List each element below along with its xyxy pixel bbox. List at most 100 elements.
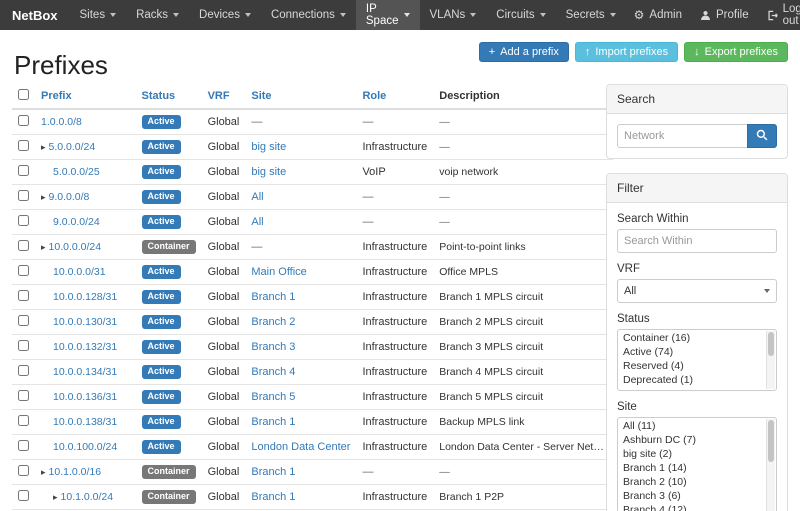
- site-link[interactable]: Branch 1: [251, 466, 295, 478]
- col-header-role[interactable]: Role: [356, 84, 433, 109]
- site-listbox[interactable]: All (11)Ashburn DC (7)big site (2)Branch…: [617, 417, 777, 511]
- listbox-option[interactable]: Branch 3 (6): [619, 489, 764, 503]
- listbox-option[interactable]: Active (74): [619, 345, 764, 359]
- prefix-link[interactable]: 10.0.0.130/31: [53, 316, 117, 328]
- listbox-option[interactable]: Branch 1 (14): [619, 461, 764, 475]
- row-checkbox[interactable]: [18, 290, 29, 301]
- listbox-option[interactable]: Ashburn DC (7): [619, 433, 764, 447]
- col-header-vrf[interactable]: VRF: [202, 84, 246, 109]
- app-brand[interactable]: NetBox: [0, 0, 70, 30]
- col-header-status[interactable]: Status: [136, 84, 202, 109]
- row-checkbox[interactable]: [18, 240, 29, 251]
- add-a-prefix-button[interactable]: +Add a prefix: [479, 42, 569, 62]
- expand-arrow-icon[interactable]: ▸: [41, 467, 46, 477]
- row-checkbox[interactable]: [18, 140, 29, 151]
- prefix-link[interactable]: 10.1.0.0/16: [49, 466, 102, 478]
- expand-arrow-icon[interactable]: ▸: [41, 192, 46, 202]
- listbox-option[interactable]: All (11): [619, 419, 764, 433]
- site-link[interactable]: Branch 2: [251, 316, 295, 328]
- select-all-checkbox[interactable]: [18, 89, 29, 100]
- col-header-site[interactable]: Site: [245, 84, 356, 109]
- sidebar: Search Filter Search Within VRF: [606, 84, 788, 511]
- prefix-link[interactable]: 10.0.0.134/31: [53, 366, 117, 378]
- listbox-option[interactable]: Deprecated (1): [619, 373, 764, 387]
- row-checkbox[interactable]: [18, 490, 29, 501]
- nav-item-devices[interactable]: Devices: [189, 0, 261, 30]
- scrollbar-thumb[interactable]: [768, 332, 774, 356]
- prefix-link[interactable]: 10.0.0.128/31: [53, 291, 117, 303]
- scrollbar[interactable]: [766, 331, 775, 389]
- site-link[interactable]: Branch 1: [251, 416, 295, 428]
- listbox-option[interactable]: Container (16): [619, 331, 764, 345]
- import-prefixes-button[interactable]: ↑Import prefixes: [575, 42, 678, 62]
- row-checkbox[interactable]: [18, 390, 29, 401]
- search-button[interactable]: [747, 124, 777, 148]
- listbox-option[interactable]: Reserved (4): [619, 359, 764, 373]
- listbox-option[interactable]: Branch 4 (12): [619, 503, 764, 511]
- nav-item-connections[interactable]: Connections: [261, 0, 356, 30]
- prefix-link[interactable]: 10.0.0.138/31: [53, 416, 117, 428]
- description-cell: voip network: [433, 160, 613, 185]
- site-link[interactable]: Branch 4: [251, 366, 295, 378]
- row-checkbox[interactable]: [18, 465, 29, 476]
- col-header-prefix[interactable]: Prefix: [35, 84, 136, 109]
- prefix-link[interactable]: 5.0.0.0/24: [49, 141, 96, 153]
- row-checkbox[interactable]: [18, 340, 29, 351]
- nav-item-sites[interactable]: Sites: [70, 0, 127, 30]
- prefix-link[interactable]: 10.1.0.0/24: [61, 491, 114, 503]
- site-link[interactable]: big site: [251, 141, 286, 153]
- prefix-link[interactable]: 5.0.0.0/25: [53, 166, 100, 178]
- prefix-link[interactable]: 10.0.0.0/31: [53, 266, 106, 278]
- site-link[interactable]: Main Office: [251, 266, 306, 278]
- row-checkbox[interactable]: [18, 165, 29, 176]
- search-within-input[interactable]: [617, 229, 777, 253]
- site-link[interactable]: big site: [251, 166, 286, 178]
- scrollbar[interactable]: [766, 419, 775, 511]
- vrf-cell: Global: [202, 385, 246, 410]
- row-checkbox[interactable]: [18, 365, 29, 376]
- site-link[interactable]: Branch 5: [251, 391, 295, 403]
- site-link[interactable]: Branch 1: [251, 291, 295, 303]
- button-label: Export prefixes: [705, 46, 778, 58]
- export-prefixes-button[interactable]: ↓Export prefixes: [684, 42, 788, 62]
- row-checkbox[interactable]: [18, 440, 29, 451]
- prefix-link[interactable]: 1.0.0.0/8: [41, 116, 82, 128]
- site-link[interactable]: Branch 3: [251, 341, 295, 353]
- expand-arrow-icon[interactable]: ▸: [53, 492, 58, 502]
- listbox-option[interactable]: Branch 2 (10): [619, 475, 764, 489]
- search-input[interactable]: [617, 124, 747, 148]
- expand-arrow-icon[interactable]: ▸: [41, 142, 46, 152]
- nav-item-secrets[interactable]: Secrets: [556, 0, 626, 30]
- site-link[interactable]: Branch 1: [251, 491, 295, 503]
- status-listbox[interactable]: Container (16)Active (74)Reserved (4)Dep…: [617, 329, 777, 391]
- prefix-link[interactable]: 10.0.0.136/31: [53, 391, 117, 403]
- nav-item-ip-space[interactable]: IP Space: [356, 0, 420, 30]
- description-cell: —: [433, 210, 613, 235]
- status-badge: Active: [142, 415, 181, 429]
- description-cell: Point-to-point links: [433, 235, 613, 260]
- row-checkbox[interactable]: [18, 215, 29, 226]
- prefix-link[interactable]: 9.0.0.0/8: [49, 191, 90, 203]
- row-checkbox[interactable]: [18, 415, 29, 426]
- listbox-option[interactable]: big site (2): [619, 447, 764, 461]
- prefix-link[interactable]: 10.0.0.132/31: [53, 341, 117, 353]
- site-link[interactable]: All: [251, 191, 263, 203]
- row-checkbox[interactable]: [18, 265, 29, 276]
- prefix-link[interactable]: 10.0.100.0/24: [53, 441, 117, 453]
- vrf-select[interactable]: All: [617, 279, 777, 303]
- row-checkbox[interactable]: [18, 190, 29, 201]
- scrollbar-thumb[interactable]: [768, 420, 774, 462]
- prefix-link[interactable]: 9.0.0.0/24: [53, 216, 100, 228]
- row-checkbox[interactable]: [18, 315, 29, 326]
- nav-log-out[interactable]: Log out: [759, 3, 800, 27]
- site-link[interactable]: All: [251, 216, 263, 228]
- nav-item-racks[interactable]: Racks: [126, 0, 189, 30]
- prefix-link[interactable]: 10.0.0.0/24: [49, 241, 102, 253]
- expand-arrow-icon[interactable]: ▸: [41, 242, 46, 252]
- nav-item-circuits[interactable]: Circuits: [486, 0, 555, 30]
- site-link[interactable]: London Data Center: [251, 441, 350, 453]
- row-checkbox[interactable]: [18, 115, 29, 126]
- nav-admin[interactable]: ⚙Admin: [626, 9, 690, 21]
- nav-item-vlans[interactable]: VLANs: [420, 0, 487, 30]
- nav-profile[interactable]: Profile: [692, 9, 757, 21]
